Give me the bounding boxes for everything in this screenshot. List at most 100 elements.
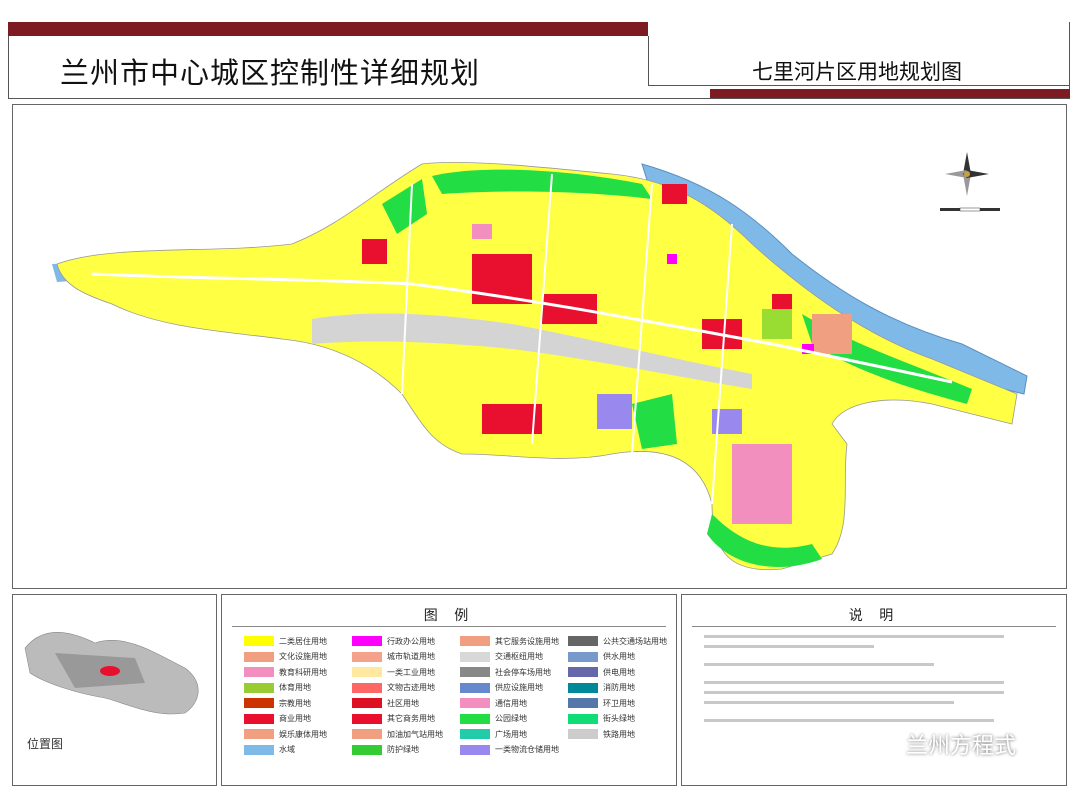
legend-swatch [568,651,598,662]
legend-swatch [460,682,490,693]
legend-swatch [352,713,382,724]
education-block [732,444,792,524]
legend-swatch [352,744,382,755]
legend-item: 加油加气站用地 [352,728,443,740]
main-title: 兰州市中心城区控制性详细规划 [60,56,481,90]
legend-swatch [460,636,490,646]
header-accent-bar [8,22,648,36]
legend-label: 水域 [279,745,295,754]
legend-swatch [352,698,382,708]
notes-title: 说 明 [848,608,900,624]
legend-label: 一类工业用地 [387,667,435,677]
legend-label: 街头绿地 [603,714,635,723]
legend-swatch [568,713,598,724]
legend-item: 公园绿地 [460,713,527,725]
notes-text-blur [704,635,1004,722]
legend-item: 供水用地 [568,651,635,663]
legend-label: 一类物流仓储用地 [495,745,559,754]
legend-item: 社区用地 [352,697,419,709]
header-bottom-line [8,98,1070,99]
legend-divider [232,626,666,627]
legend-item: 教育科研用地 [244,666,327,678]
legend-label: 娱乐康体用地 [279,729,327,739]
legend-label: 其它商务用地 [387,714,435,723]
legend-label: 供水用地 [603,652,635,661]
legend-swatch [352,729,382,739]
legend-item: 二类居住用地 [244,635,327,647]
legend-label: 通信用地 [495,698,527,708]
legend-label: 行政办公用地 [387,636,435,646]
legend-label: 交通枢纽用地 [495,652,543,661]
locator-caption: 位置图 [27,737,64,751]
legend-swatch [244,667,274,677]
legend-item: 供应设施用地 [460,682,543,694]
legend-label: 消防用地 [603,683,635,692]
legend-item: 供电用地 [568,666,635,678]
legend-label: 公园绿地 [495,714,527,723]
legend-panel: 图 例 二类居住用地 文化设施用地 教育科研用地 体育用地 宗教用地 商业用地 娱乐康体用地… [221,594,677,786]
locator-panel: 位置图 [12,594,217,786]
admin-block [667,254,677,264]
legend-item: 交通枢纽用地 [460,651,543,663]
legend-label: 文物古迹用地 [387,683,435,692]
locator-map [24,632,199,715]
legend-label: 二类居住用地 [279,636,327,646]
legend-label: 体育用地 [279,683,311,692]
legend-item: 一类物流仓储用地 [460,744,559,756]
legend-label: 商业用地 [279,714,311,723]
legend-label: 防护绿地 [387,745,419,754]
legend-title: 图 例 [423,608,475,624]
legend-item: 通信用地 [460,697,527,709]
land-use-map[interactable] [12,104,1067,589]
legend-label: 公共交通场站用地 [603,636,667,646]
legend-swatch [244,744,274,755]
legend-item: 商业用地 [244,713,311,725]
legend-swatch [460,651,490,662]
legend-label: 供应设施用地 [495,683,543,692]
legend-item: 水域 [244,744,295,756]
commercial-block [662,184,687,204]
commercial-block [362,239,387,264]
legend-item: 公共交通场站用地 [568,635,667,647]
watermark-text: 兰州方程式 [906,734,1017,759]
legend-item: 行政办公用地 [352,635,435,647]
legend-item: 街头绿地 [568,713,635,725]
legend-swatch [460,713,490,724]
scale-bar-icon [940,207,1000,212]
logistics-block [597,394,632,429]
legend-swatch [460,698,490,708]
legend-swatch [244,636,274,646]
legend-swatch [352,636,382,646]
legend-item: 广场用地 [460,728,527,740]
legend-swatch [352,651,382,662]
legend-swatch [460,744,490,755]
header-accent-bar-right [710,89,1070,98]
education-block [812,314,852,354]
legend-swatch [352,682,382,693]
legend-label: 社会停车场用地 [495,667,551,677]
legend-item: 娱乐康体用地 [244,728,327,740]
legend-item: 其它服务设施用地 [460,635,559,647]
legend-item: 一类工业用地 [352,666,435,678]
legend-item: 环卫用地 [568,697,635,709]
legend-label: 教育科研用地 [279,667,327,677]
legend-label: 广场用地 [495,729,527,739]
legend-label: 宗教用地 [279,698,311,708]
legend-swatch [460,667,490,677]
legend-item: 体育用地 [244,682,311,694]
legend-swatch [244,698,274,708]
legend-swatch [460,729,490,739]
legend-item: 铁路用地 [568,728,635,740]
legend-item: 社会停车场用地 [460,666,551,678]
legend-swatch [244,729,274,739]
commercial-block [772,294,792,309]
park-block [762,309,792,339]
legend-item: 其它商务用地 [352,713,435,725]
legend-swatch [352,667,382,677]
legend-swatch [568,682,598,693]
legend-swatch [244,682,274,693]
legend-label: 铁路用地 [603,729,635,739]
legend-label: 加油加气站用地 [387,729,443,739]
legend-item: 城市轨道用地 [352,651,435,663]
legend-label: 环卫用地 [603,698,635,708]
